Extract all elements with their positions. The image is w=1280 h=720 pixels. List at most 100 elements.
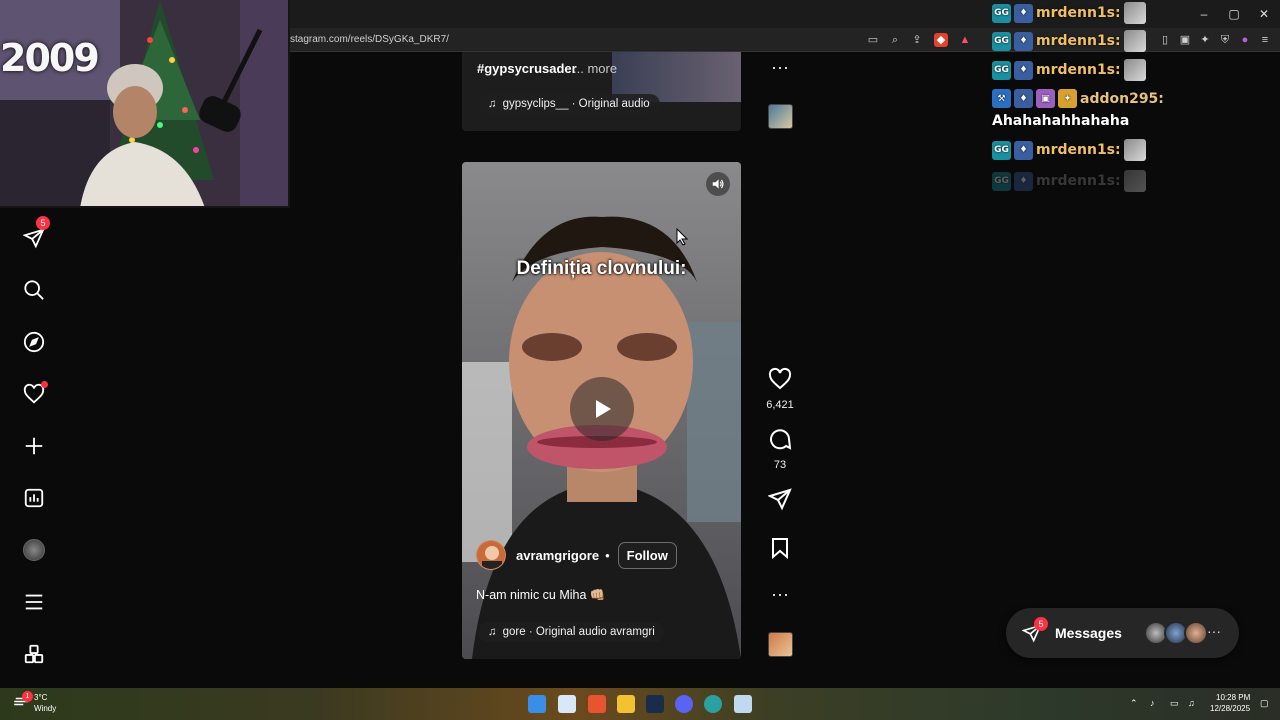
bits-badge-icon: ♦ (1014, 3, 1033, 23)
gift-badge-icon: ▣ (1036, 89, 1055, 108)
previous-reel-hashtag[interactable]: #gypsycrusader (477, 61, 577, 76)
music-note-icon: ♫ (488, 98, 497, 110)
sub-badge-icon: GG (992, 140, 1011, 160)
chat-line: GG ♦ mrdenn1s: (992, 139, 1146, 161)
calculator-icon[interactable] (734, 695, 752, 713)
chat-emote-icon (1123, 170, 1146, 192)
brave-shield-icon[interactable]: ◆ (934, 33, 948, 47)
discord-icon[interactable] (675, 695, 693, 713)
screen: – ▢ ✕ stagram.com/reels/DSyGKa_DKR7/ ▭ ⌕… (0, 0, 1280, 720)
speaker-tray-icon[interactable]: ♫ (1188, 698, 1195, 708)
direct-icon[interactable]: 5 (18, 216, 50, 254)
steam-icon[interactable] (646, 695, 664, 713)
play-button[interactable] (570, 377, 634, 441)
weather-temperature: 3°C (34, 693, 48, 702)
reel-audio[interactable]: ♫ gore · Original audio avramgri (478, 622, 665, 642)
clock-time[interactable]: 10:28 PM (1216, 693, 1250, 702)
comment-icon[interactable] (768, 427, 792, 451)
stream-chat-overlay: GG ♦ mrdenn1s: GG ♦ mrdenn1s: GG ♦ mrden… (990, 0, 1280, 200)
share-icon[interactable]: ⇪ (910, 33, 924, 47)
reel-video[interactable]: Definiția clovnului: avramgrigore • Foll… (462, 162, 741, 659)
dashboard-icon[interactable] (18, 482, 50, 514)
windows-taskbar: 1 3°C Windy ⌃ ♪ ▭ ♫ 10:28 PM 12/28/2025 … (0, 688, 1280, 720)
menu-icon[interactable] (18, 586, 50, 618)
network-icon[interactable]: ▭ (1170, 698, 1179, 709)
notifications-heart-icon[interactable] (18, 378, 50, 410)
chat-username: addon295: (1080, 90, 1164, 107)
chat-message: Ahahahahhahaha (992, 113, 1130, 129)
previous-reel-audio-thumbnail[interactable] (768, 104, 793, 129)
music-note-icon: ♫ (488, 626, 497, 638)
screen-cast-icon[interactable]: ▭ (866, 33, 880, 47)
bookmark-icon[interactable] (768, 536, 792, 560)
explore-icon[interactable] (18, 326, 50, 358)
zoom-icon[interactable]: ⌕ (888, 33, 902, 47)
chat-line: GG ♦ mrdenn1s: (992, 2, 1146, 24)
share-action[interactable] (764, 487, 796, 516)
save-action[interactable] (764, 536, 796, 565)
comment-count: 73 (773, 459, 787, 471)
rewards-icon[interactable]: ▲ (958, 33, 972, 47)
sound-toggle-button[interactable] (706, 172, 730, 196)
sub-badge-icon: GG (992, 31, 1011, 51)
chat-line: ⚒ ♦ ▣ ✦ addon295: (992, 89, 1164, 108)
more-options-icon[interactable]: ··· (764, 585, 796, 603)
heart-icon[interactable] (768, 367, 792, 391)
previous-reel[interactable]: #gypsycrusader ... more ♫ gypsyclips__ ·… (462, 52, 741, 131)
bits-badge-icon: ♦ (1014, 60, 1033, 80)
search-icon[interactable] (18, 274, 50, 306)
messages-button[interactable]: 5 Messages ··· (1006, 608, 1239, 658)
speaker-icon (712, 179, 724, 189)
like-action[interactable]: 6,421 (764, 367, 796, 411)
create-icon[interactable] (18, 430, 50, 462)
notification-center-icon[interactable]: ▢ (1260, 698, 1269, 709)
chat-username: mrdenn1s: (1036, 173, 1121, 189)
comment-action[interactable]: 73 (764, 427, 796, 471)
previous-reel-audio[interactable]: ♫ gypsyclips__ · Original audio (478, 94, 660, 114)
chat-username: mrdenn1s: (1036, 5, 1121, 21)
chat-line: GG ♦ mrdenn1s: (992, 59, 1146, 81)
tray-chevron-icon[interactable]: ⌃ (1130, 698, 1138, 709)
bits-badge-icon: ♦ (1014, 89, 1033, 108)
messages-more-icon[interactable]: ··· (1207, 623, 1221, 639)
task-view-icon[interactable] (558, 695, 576, 713)
chat-username: mrdenn1s: (1036, 33, 1121, 49)
share-icon[interactable] (767, 487, 792, 511)
reel-audio-thumbnail[interactable] (768, 632, 793, 657)
weather-widget[interactable]: 1 (12, 691, 33, 714)
webcam-wall-text: 2009 (0, 36, 100, 80)
clock-date[interactable]: 12/28/2025 (1210, 704, 1250, 713)
reel-audio-label: gore · Original audio avramgri (502, 626, 655, 638)
direct-badge: 5 (36, 216, 50, 230)
follow-button[interactable]: Follow (617, 541, 677, 569)
start-icon[interactable] (528, 695, 546, 713)
bits-badge-icon: ♦ (1014, 140, 1033, 160)
mouse-cursor-icon (676, 228, 688, 246)
chat-username: mrdenn1s: (1036, 142, 1121, 158)
chat-line: GG ♦ mrdenn1s: (992, 30, 1146, 52)
chat-emote-icon (1123, 59, 1146, 81)
bits-badge-icon: ♦ (1014, 31, 1033, 51)
author-avatar[interactable] (476, 540, 506, 570)
webcam-overlay: 2009 (0, 0, 290, 208)
volume-icon[interactable]: ♪ (1150, 698, 1155, 708)
reel-caption[interactable]: N-am nimic cu Miha 👊🏼 (476, 588, 605, 603)
apps-icon[interactable] (18, 638, 50, 670)
hype-badge-icon: ✦ (1058, 89, 1077, 108)
previous-reel-more-options-icon[interactable]: ··· (764, 58, 796, 76)
network-app-icon[interactable] (704, 695, 722, 713)
url-text[interactable]: stagram.com/reels/DSyGKa_DKR7/ (290, 34, 449, 45)
previous-reel-more[interactable]: ... more (573, 61, 617, 76)
file-explorer-icon[interactable] (617, 695, 635, 713)
webcam-scene (0, 0, 288, 206)
brave-browser-icon[interactable] (588, 695, 606, 713)
reel-author-row: avramgrigore • Follow (476, 540, 677, 570)
author-username[interactable]: avramgrigore (516, 548, 599, 563)
chat-emote-icon (1123, 30, 1146, 52)
chat-emote-icon (1123, 2, 1146, 24)
like-count: 6,421 (766, 399, 794, 411)
sub-badge-icon: GG (992, 3, 1011, 23)
profile-avatar[interactable] (18, 534, 50, 566)
message-avatar[interactable] (1184, 621, 1208, 645)
previous-reel-audio-label: gypsyclips__ · Original audio (502, 98, 650, 110)
